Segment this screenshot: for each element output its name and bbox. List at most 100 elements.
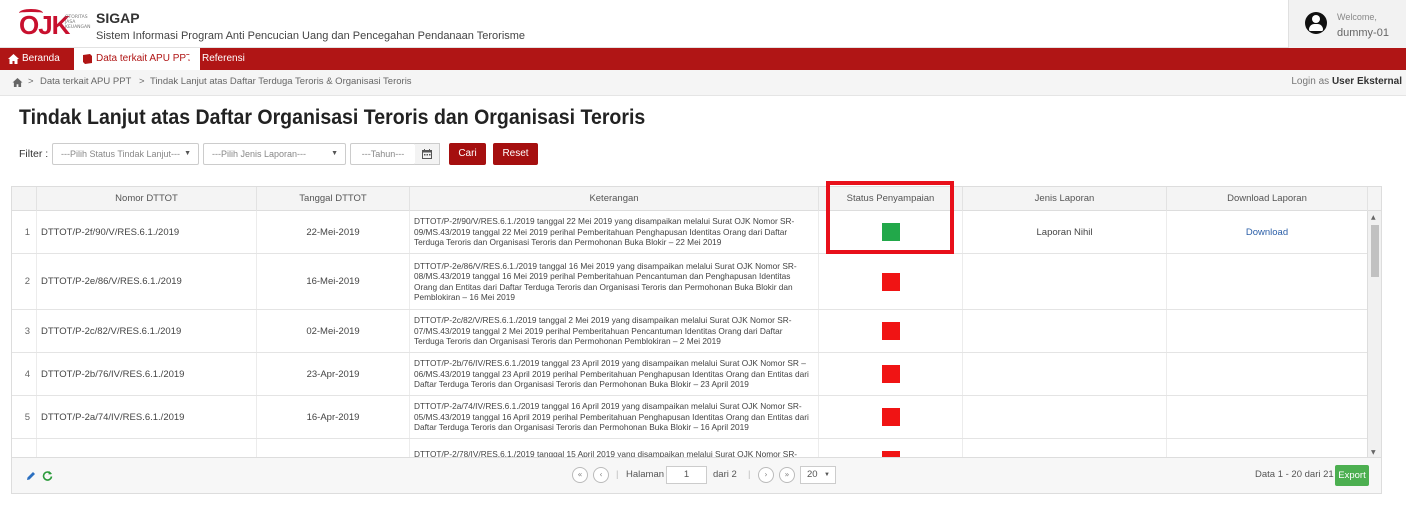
chevron-down-icon: ▼ (824, 472, 830, 478)
row-number-text: 5 (24, 411, 30, 423)
cari-button[interactable]: Cari (449, 143, 486, 165)
row-number-cell: 3 (12, 310, 36, 352)
nomor-dttot-cell (36, 439, 256, 457)
home-icon[interactable] (12, 78, 23, 87)
header-nomor-dttot[interactable]: Nomor DTTOT (36, 187, 256, 211)
download-cell (1166, 396, 1367, 438)
top-bar: OJK OTORITAS JASA KEUANGAN SIGAP Sistem … (0, 0, 1406, 48)
chevron-down-icon: ▼ (331, 150, 338, 157)
nav-label: Beranda (22, 53, 60, 64)
page-count-label: dari 2 (713, 469, 737, 480)
main-nav: Beranda Data terkait APU PPT Referensi (0, 48, 1406, 70)
nav-referensi[interactable]: Referensi (180, 48, 253, 70)
ojk-logo: OJK OTORITAS JASA KEUANGAN (19, 9, 91, 39)
link-icon (188, 54, 199, 64)
row-number-cell (12, 439, 36, 457)
pencil-icon[interactable] (26, 471, 36, 481)
first-page-button[interactable]: « (572, 467, 588, 483)
status-cell (818, 396, 962, 438)
table-row[interactable]: 5 DTTOT/P-2a/74/IV/RES.6.1./2019 16-Apr-20… (12, 396, 1367, 439)
jenis-laporan-cell: Laporan Nihil (962, 211, 1166, 253)
tanggal-dttot-cell: 22-Mei-2019 (256, 211, 409, 253)
table-row[interactable]: 2 DTTOT/P-2e/86/V/RES.6.1./2019 16-Mei-201… (12, 254, 1367, 310)
tahun-input[interactable]: ---Tahun--- (350, 143, 416, 165)
pager-separator: | (748, 469, 751, 480)
username: dummy-01 (1337, 27, 1389, 39)
jenis-laporan-text: Laporan Nihil (1036, 226, 1093, 238)
table-row[interactable]: 4 DTTOT/P-2b/76/IV/RES.6.1./2019 23-Apr-20… (12, 353, 1367, 396)
login-user: User Eksternal (1331, 76, 1402, 87)
scroll-up-icon[interactable]: ▲ (1371, 214, 1376, 221)
tanggal-dttot-cell: 16-Mei-2019 (256, 254, 409, 309)
table-row[interactable]: 3 DTTOT/P-2c/82/V/RES.6.1./2019 02-Mei-201… (12, 310, 1367, 353)
breadcrumb-item-current: Tindak Lanjut atas Daftar Terduga Terori… (150, 76, 412, 87)
keterangan-cell: DTTOT/P-2c/82/V/RES.6.1./2019 tanggal 2 … (409, 310, 818, 352)
breadcrumb-item-data-apu[interactable]: Data terkait APU PPT (40, 76, 131, 87)
export-button[interactable]: Export (1335, 465, 1369, 486)
scroll-down-icon[interactable]: ▼ (1371, 449, 1376, 456)
keterangan-text: DTTOT/P-2/78/IV/RES.6.1./2019 tanggal 15… (414, 449, 798, 458)
last-page-button[interactable]: » (779, 467, 795, 483)
tanggal-dttot-text: 16-Apr-2019 (306, 411, 360, 423)
table-row[interactable]: 1 DTTOT/P-2f/90/V/RES.6.1./2019 22-Mei-201… (12, 211, 1367, 254)
calendar-icon (422, 149, 432, 159)
download-cell (1166, 439, 1367, 457)
status-select[interactable]: ---Pilih Status Tindak Lanjut--- ▼ (52, 143, 199, 165)
download-link[interactable]: Download (1246, 227, 1288, 238)
status-indicator (881, 322, 900, 340)
keterangan-text: DTTOT/P-2a/74/IV/RES.6.1./2019 tanggal 1… (414, 401, 809, 433)
table-row[interactable]: DTTOT/P-2/78/IV/RES.6.1./2019 tanggal 15… (12, 439, 1367, 458)
page-size-select[interactable]: 20 ▼ (800, 466, 836, 484)
row-number-cell: 5 (12, 396, 36, 438)
jenis-laporan-cell (962, 310, 1166, 352)
jenis-laporan-cell (962, 254, 1166, 309)
nomor-dttot-text: DTTOT/P-2b/76/IV/RES.6.1./2019 (41, 368, 185, 380)
header-jenis-laporan[interactable]: Jenis Laporan (962, 187, 1166, 211)
keterangan-text: DTTOT/P-2f/90/V/RES.6.1./2019 tanggal 22… (414, 216, 795, 248)
jenis-laporan-cell (962, 353, 1166, 395)
logo-subtext: OTORITAS JASA KEUANGAN (65, 15, 91, 30)
status-cell (818, 254, 962, 309)
data-grid: Nomor DTTOT Tanggal DTTOT Keterangan Sta… (11, 186, 1382, 458)
tanggal-dttot-cell: 16-Apr-2019 (256, 396, 409, 438)
download-cell: Download (1166, 211, 1367, 253)
header-scroll-spacer (1367, 187, 1381, 211)
vertical-scrollbar[interactable]: ▲ ▼ (1367, 211, 1381, 457)
download-cell (1166, 254, 1367, 309)
status-indicator (881, 272, 900, 291)
login-prefix: Login as (1291, 76, 1330, 87)
status-indicator (881, 408, 900, 426)
next-page-button[interactable]: › (758, 467, 774, 483)
status-cell (818, 310, 962, 352)
keterangan-cell: DTTOT/P-2e/86/V/RES.6.1./2019 tanggal 16… (409, 254, 818, 309)
nav-label: Data terkait APU PPT (96, 53, 193, 64)
row-number-cell: 2 (12, 254, 36, 309)
reset-button[interactable]: Reset (493, 143, 538, 165)
nav-label: Referensi (202, 53, 245, 64)
calendar-button[interactable] (415, 143, 440, 165)
row-number-cell: 4 (12, 353, 36, 395)
status-cell (818, 439, 962, 457)
nomor-dttot-cell: DTTOT/P-2c/82/V/RES.6.1./2019 (36, 310, 256, 352)
prev-page-button[interactable]: ‹ (593, 467, 609, 483)
jenis-select[interactable]: ---Pilih Jenis Laporan--- ▼ (203, 143, 346, 165)
nomor-dttot-cell: DTTOT/P-2a/74/IV/RES.6.1./2019 (36, 396, 256, 438)
tahun-placeholder: ---Tahun--- (361, 149, 405, 159)
keterangan-cell: DTTOT/P-2/78/IV/RES.6.1./2019 tanggal 15… (409, 439, 818, 458)
scroll-thumb[interactable] (1371, 225, 1379, 277)
nomor-dttot-cell: DTTOT/P-2f/90/V/RES.6.1./2019 (36, 211, 256, 253)
nav-beranda[interactable]: Beranda (0, 48, 68, 70)
user-menu[interactable]: Welcome, dummy-01 (1288, 0, 1406, 48)
page-number-input[interactable]: 1 (666, 466, 707, 484)
header-download-laporan[interactable]: Download Laporan (1166, 187, 1367, 211)
nomor-dttot-text: DTTOT/P-2a/74/IV/RES.6.1./2019 (41, 411, 185, 423)
header-keterangan[interactable]: Keterangan (409, 187, 818, 211)
header-tanggal-dttot[interactable]: Tanggal DTTOT (256, 187, 409, 211)
tanggal-dttot-text: 23-Apr-2019 (306, 368, 360, 380)
nomor-dttot-text: DTTOT/P-2c/82/V/RES.6.1./2019 (41, 325, 182, 337)
status-indicator (881, 450, 900, 457)
refresh-icon[interactable] (42, 470, 53, 481)
page-size-value: 20 (807, 469, 818, 480)
row-number-text: 2 (24, 276, 30, 287)
status-column-highlight (826, 181, 954, 254)
